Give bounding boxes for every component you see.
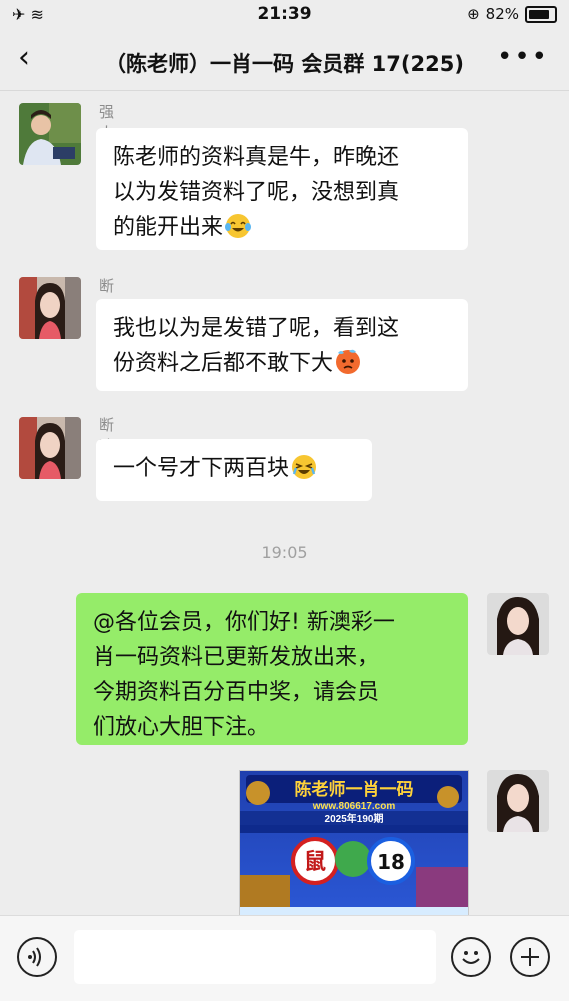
lottery-poster-image[interactable]: 陈老师一肖一码 www.806617.com 2025年190期 鼠 18 — [239, 770, 469, 915]
poster-issue: 2025年190期 — [325, 812, 384, 825]
message-line: 的能开出来 — [113, 215, 224, 240]
message-line: 份资料之后都不敢下大 — [113, 351, 334, 376]
message-line: 今期资料百分百中奖，请会员 — [93, 680, 380, 705]
message-bubble-own[interactable]: @各位会员，你们好! 新澳彩一 肖一码资料已更新发放出来， 今期资料百分百中奖，… — [76, 593, 468, 745]
message-line: 以为发错资料了呢，没想到真 — [113, 180, 400, 205]
battery-icon — [525, 5, 557, 23]
status-bar: ✈ ≋ 21:39 ⊕ 82% — [0, 0, 569, 30]
chat-area[interactable]: 强大自我 陈老师的资料真是牛，昨晚还 以为发错资料了呢，没想到真 的能开出来 断… — [0, 91, 569, 915]
poster-zodiac: 鼠 — [304, 850, 326, 875]
avatar-self[interactable] — [487, 770, 549, 832]
message-line: 们放心大胆下注。 — [93, 715, 270, 740]
message-line: 我也以为是发错了呢，看到这 — [113, 316, 400, 341]
avatar-qiangda[interactable] — [19, 103, 81, 165]
message-line: @各位会员，你们好! 新澳彩一 — [93, 610, 395, 635]
message-line: 一个号才下两百块 — [113, 456, 290, 481]
voice-button[interactable] — [17, 937, 57, 977]
poster-url: www.806617.com — [312, 801, 396, 812]
battery-percent: 82% — [485, 5, 519, 23]
message-bubble[interactable]: 我也以为是发错了呢，看到这 份资料之后都不敢下大 — [96, 299, 468, 391]
message-input[interactable] — [74, 930, 436, 984]
more-options-button[interactable]: ••• — [497, 42, 549, 72]
chat-timestamp: 19:05 — [261, 543, 308, 562]
status-right: ⊕ 82% — [467, 5, 557, 23]
avatar-self[interactable] — [487, 593, 549, 655]
emoji-button[interactable] — [451, 937, 491, 977]
plus-button[interactable] — [510, 937, 550, 977]
location-icon: ⊕ — [467, 5, 480, 23]
poster-number: 18 — [377, 850, 405, 874]
message-bubble[interactable]: 一个号才下两百块 — [96, 439, 372, 501]
cry-laugh-emoji-icon — [292, 455, 317, 479]
chat-title: （陈老师）一肖一码 会员群 17(225) — [105, 52, 464, 76]
poster-title: 陈老师一肖一码 — [295, 779, 414, 799]
chat-header: ‹ （陈老师）一肖一码 会员群 17(225) ••• — [0, 30, 569, 91]
input-bar — [0, 915, 569, 1001]
avatar-duanxian[interactable] — [19, 277, 81, 339]
laugh-cry-emoji-icon — [225, 214, 252, 238]
avatar-duanxian[interactable] — [19, 417, 81, 479]
plus-icon — [521, 948, 539, 966]
sweat-emoji-icon — [336, 349, 361, 374]
message-line: 陈老师的资料真是牛，昨晚还 — [113, 145, 400, 170]
message-line: 肖一码资料已更新发放出来， — [93, 645, 380, 670]
message-bubble[interactable]: 陈老师的资料真是牛，昨晚还 以为发错资料了呢，没想到真 的能开出来 — [96, 128, 468, 250]
emoji-icon — [462, 951, 480, 964]
voice-icon — [28, 947, 41, 967]
